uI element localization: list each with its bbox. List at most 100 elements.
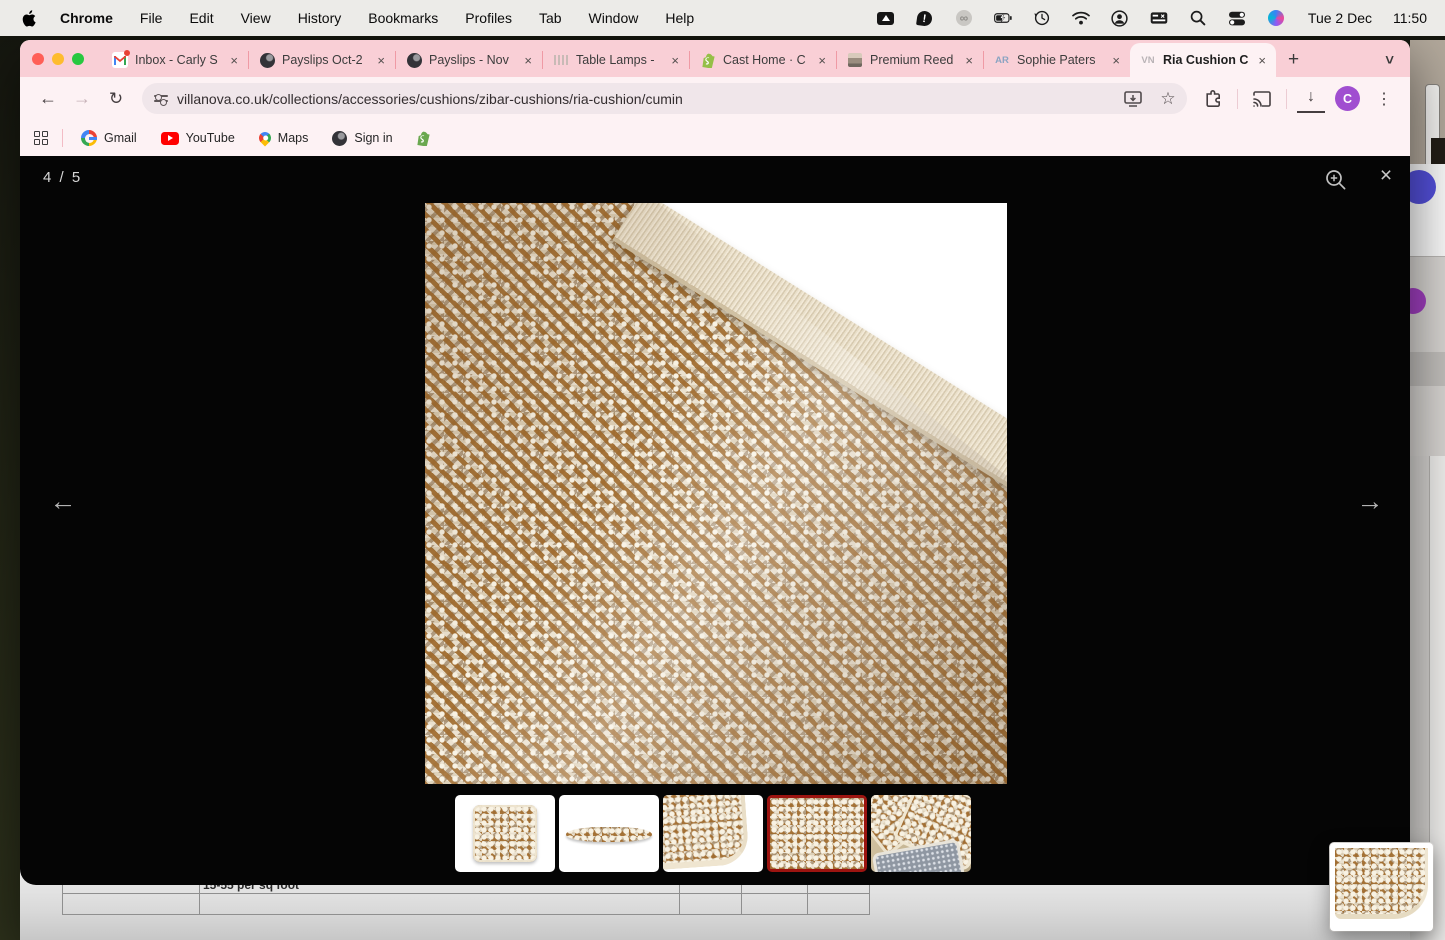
tab-title: Sophie Paters bbox=[1017, 53, 1103, 67]
url-text[interactable]: villanova.co.uk/collections/accessories/… bbox=[177, 91, 1111, 107]
profile-avatar[interactable]: C bbox=[1335, 86, 1360, 111]
tab-inbox[interactable]: Inbox - Carly S × bbox=[102, 43, 248, 77]
back-button[interactable]: ← bbox=[34, 88, 62, 109]
tab-cast-home[interactable]: Cast Home · C × bbox=[690, 43, 836, 77]
tab-close-icon[interactable]: × bbox=[375, 54, 387, 67]
store-logo-favicon-icon bbox=[553, 52, 569, 68]
address-bar[interactable]: villanova.co.uk/collections/accessories/… bbox=[142, 83, 1187, 114]
menu-app-name[interactable]: Chrome bbox=[60, 10, 113, 26]
siri-icon[interactable] bbox=[1267, 9, 1285, 27]
tab-title: Premium Reed bbox=[870, 53, 956, 67]
tab-close-icon[interactable]: × bbox=[1110, 54, 1122, 67]
menu-profiles[interactable]: Profiles bbox=[465, 10, 512, 26]
previous-image-arrow[interactable]: ← bbox=[46, 486, 80, 517]
new-tab-button[interactable]: + bbox=[1288, 49, 1299, 71]
pinned-product-thumbnail[interactable] bbox=[1330, 843, 1433, 931]
alert-icon[interactable]: ! bbox=[916, 9, 934, 27]
globe-dark-favicon-icon bbox=[259, 52, 275, 68]
thumbnail-cushion-front[interactable] bbox=[455, 795, 555, 872]
tab-close-icon[interactable]: × bbox=[1256, 54, 1268, 67]
time-machine-icon[interactable] bbox=[1033, 9, 1051, 27]
next-image-arrow[interactable]: → bbox=[1353, 486, 1387, 517]
bookmark-youtube[interactable]: YouTube bbox=[161, 131, 235, 145]
menu-history[interactable]: History bbox=[298, 10, 342, 26]
menu-window[interactable]: Window bbox=[589, 10, 639, 26]
pinned-cushion-image bbox=[1335, 848, 1428, 919]
tab-close-icon[interactable]: × bbox=[228, 54, 240, 67]
apps-grid-icon[interactable] bbox=[34, 131, 48, 145]
tab-close-icon[interactable]: × bbox=[669, 54, 681, 67]
menu-view[interactable]: View bbox=[241, 10, 271, 26]
youtube-icon bbox=[161, 132, 179, 145]
window-minimize-button[interactable] bbox=[52, 53, 64, 65]
toolbar: ← → ↻ villanova.co.uk/collections/access… bbox=[20, 77, 1410, 120]
menu-date[interactable]: Tue 2 Dec bbox=[1308, 10, 1372, 26]
tab-premium-reed[interactable]: Premium Reed × bbox=[837, 43, 983, 77]
google-g-icon bbox=[81, 130, 97, 146]
extensions-puzzle-icon[interactable] bbox=[1199, 85, 1227, 113]
wifi-icon[interactable] bbox=[1072, 9, 1090, 27]
bookmark-maps[interactable]: Maps bbox=[259, 131, 309, 145]
chrome-window: Inbox - Carly S × Payslips Oct-2 × Paysl… bbox=[20, 40, 1410, 940]
tab-close-icon[interactable]: × bbox=[522, 54, 534, 67]
cast-icon[interactable] bbox=[1248, 85, 1276, 113]
tab-strip: Inbox - Carly S × Payslips Oct-2 × Paysl… bbox=[20, 40, 1410, 77]
tab-payslips-nov[interactable]: Payslips - Nov × bbox=[396, 43, 542, 77]
main-product-image[interactable] bbox=[425, 203, 1007, 784]
thumbnail-cushion-corner[interactable] bbox=[663, 795, 763, 872]
menu-bookmarks[interactable]: Bookmarks bbox=[368, 10, 438, 26]
thumbnail-fabric-closeup-selected[interactable] bbox=[767, 795, 867, 872]
tab-search-chevron-icon[interactable]: ˅ bbox=[1385, 52, 1394, 69]
window-zoom-button[interactable] bbox=[72, 53, 84, 65]
creative-cloud-icon[interactable]: ∞ bbox=[955, 9, 973, 27]
user-account-icon[interactable] bbox=[1111, 9, 1129, 27]
bookmarks-divider bbox=[62, 129, 63, 147]
menu-file[interactable]: File bbox=[140, 10, 163, 26]
battery-icon[interactable] bbox=[994, 9, 1012, 27]
bookmarks-bar: Gmail YouTube Maps Sign in bbox=[20, 120, 1410, 156]
window-controls bbox=[32, 40, 84, 77]
keyboard-icon[interactable] bbox=[1150, 9, 1168, 27]
chrome-menu-kebab-icon[interactable]: ⋮ bbox=[1370, 85, 1398, 113]
photo-favicon-icon bbox=[847, 52, 863, 68]
install-app-icon[interactable] bbox=[1120, 86, 1146, 112]
menu-bar: Chrome File Edit View History Bookmarks … bbox=[0, 0, 1445, 36]
bookmark-star-icon[interactable]: ☆ bbox=[1155, 86, 1181, 112]
tab-title: Payslips Oct-2 bbox=[282, 53, 368, 67]
background-window bbox=[1410, 40, 1445, 940]
close-lightbox-icon[interactable]: × bbox=[1373, 164, 1399, 188]
window-close-button[interactable] bbox=[32, 53, 44, 65]
control-center-icon[interactable] bbox=[1228, 9, 1246, 27]
menu-help[interactable]: Help bbox=[665, 10, 694, 26]
tab-sophie-paterson[interactable]: AR Sophie Paters × bbox=[984, 43, 1130, 77]
bookmark-sign-in[interactable]: Sign in bbox=[332, 131, 392, 146]
thumbnail-cushion-side[interactable] bbox=[559, 795, 659, 872]
thumbnail-cushion-stack[interactable] bbox=[871, 795, 971, 872]
tab-payslips-oct[interactable]: Payslips Oct-2 × bbox=[249, 43, 395, 77]
forward-button[interactable]: → bbox=[68, 88, 96, 109]
reload-button[interactable]: ↻ bbox=[102, 89, 130, 109]
tab-title: Payslips - Nov bbox=[429, 53, 515, 67]
apple-menu-icon[interactable] bbox=[22, 10, 36, 27]
tab-close-icon[interactable]: × bbox=[963, 54, 975, 67]
downloads-icon[interactable]: ↓ bbox=[1297, 85, 1325, 113]
screenshot-app-icon[interactable] bbox=[877, 9, 895, 27]
bookmark-gmail[interactable]: Gmail bbox=[81, 130, 137, 146]
spotlight-icon[interactable] bbox=[1189, 9, 1207, 27]
tab-ria-cushion-active[interactable]: VN Ria Cushion C × bbox=[1130, 43, 1276, 77]
background-photo-fragment bbox=[1431, 138, 1445, 166]
site-settings-icon[interactable] bbox=[154, 95, 168, 102]
tab-table-lamps[interactable]: Table Lamps - × bbox=[543, 43, 689, 77]
shopify-favicon-icon bbox=[700, 52, 716, 68]
menu-time[interactable]: 11:50 bbox=[1393, 10, 1427, 26]
toolbar-divider bbox=[1286, 89, 1287, 109]
menu-tab[interactable]: Tab bbox=[539, 10, 562, 26]
tab-close-icon[interactable]: × bbox=[816, 54, 828, 67]
thumbnail-strip bbox=[455, 795, 971, 872]
shopify-bag-icon bbox=[417, 131, 430, 146]
tab-title: Inbox - Carly S bbox=[135, 53, 221, 67]
fabric-shading bbox=[425, 203, 1007, 784]
menu-edit[interactable]: Edit bbox=[189, 10, 213, 26]
bookmark-shopify[interactable] bbox=[417, 131, 430, 146]
zoom-in-icon[interactable] bbox=[1323, 167, 1349, 193]
